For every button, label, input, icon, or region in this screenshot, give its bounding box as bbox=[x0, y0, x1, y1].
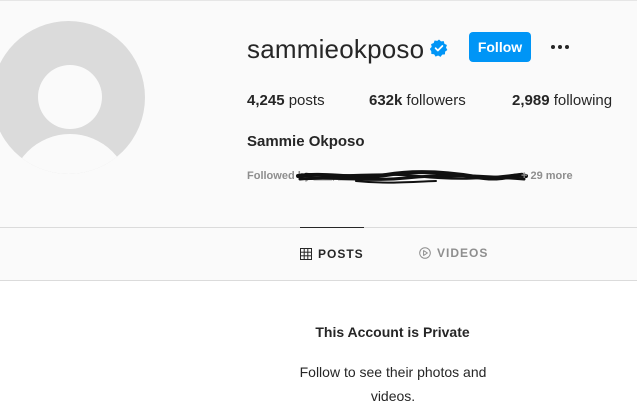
tab-posts[interactable]: POSTS bbox=[300, 227, 364, 280]
content-divider bbox=[0, 280, 637, 281]
profile-username: sammieokposo bbox=[247, 34, 425, 64]
followed-by-more[interactable]: + 29 more bbox=[521, 168, 573, 184]
posts-label: posts bbox=[288, 92, 325, 109]
verified-badge-icon bbox=[430, 39, 448, 57]
more-options-icon[interactable] bbox=[547, 36, 573, 58]
posts-count-stat: 4,245 posts bbox=[247, 91, 325, 111]
following-label: following bbox=[553, 92, 613, 109]
redaction-scribble bbox=[296, 170, 528, 184]
followers-count: 632k bbox=[369, 92, 403, 109]
tab-videos-label: VIDEOS bbox=[437, 246, 489, 260]
profile-full-name: Sammie Okposo bbox=[247, 133, 365, 150]
dot bbox=[565, 45, 569, 49]
tab-videos[interactable]: VIDEOS bbox=[419, 227, 488, 279]
avatar-shoulders-shape bbox=[10, 134, 130, 174]
followers-stat[interactable]: 632k followers bbox=[369, 91, 466, 111]
following-count: 2,989 bbox=[512, 92, 550, 109]
posts-count: 4,245 bbox=[247, 92, 285, 109]
dot bbox=[558, 45, 562, 49]
play-circle-icon bbox=[419, 247, 431, 259]
grid-icon bbox=[300, 248, 312, 260]
private-account-title: This Account is Private bbox=[315, 324, 470, 340]
dot bbox=[551, 45, 555, 49]
avatar-head-shape bbox=[38, 65, 102, 129]
followers-label: followers bbox=[406, 92, 466, 109]
following-stat[interactable]: 2,989 following bbox=[512, 91, 612, 111]
follow-button[interactable]: Follow bbox=[469, 32, 531, 62]
tab-posts-label: POSTS bbox=[318, 247, 364, 261]
top-divider bbox=[0, 0, 637, 1]
